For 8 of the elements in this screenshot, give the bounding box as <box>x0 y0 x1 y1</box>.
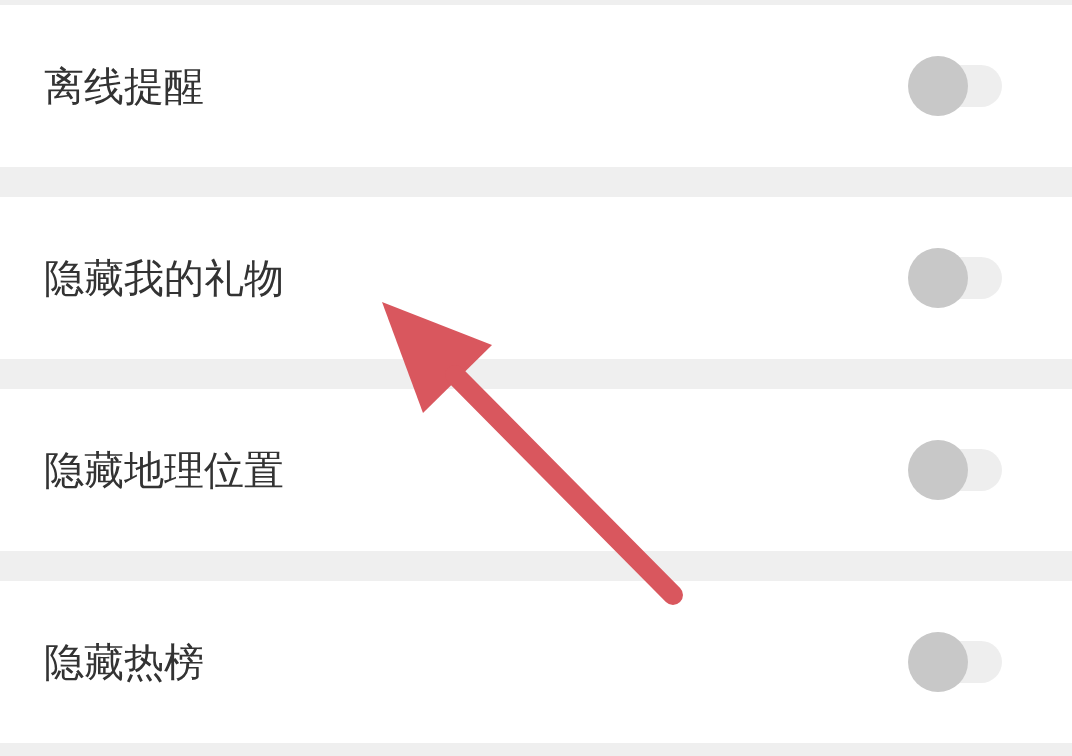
setting-label: 隐藏我的礼物 <box>44 254 284 302</box>
toggle-switch[interactable] <box>908 632 1002 692</box>
toggle-switch[interactable] <box>908 440 1002 500</box>
setting-label: 隐藏地理位置 <box>44 446 284 494</box>
setting-label: 隐藏热榜 <box>44 638 204 686</box>
setting-label: 离线提醒 <box>44 62 204 110</box>
toggle-switch[interactable] <box>908 56 1002 116</box>
toggle-switch[interactable] <box>908 248 1002 308</box>
